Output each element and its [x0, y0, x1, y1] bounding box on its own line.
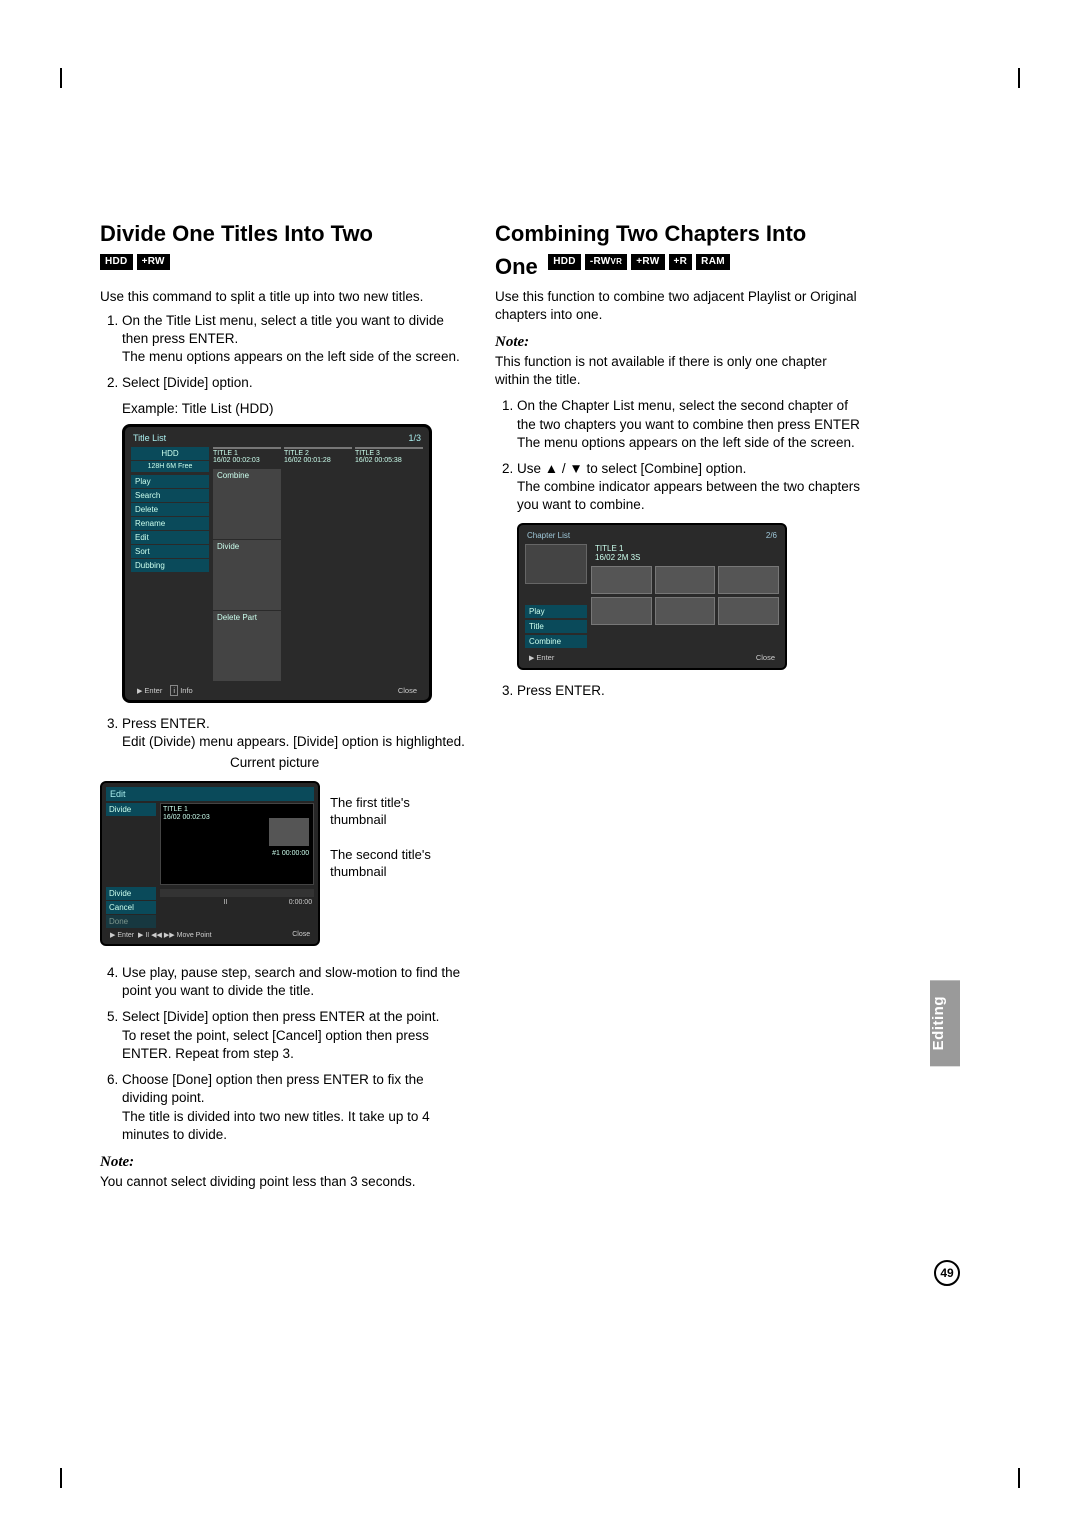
- ss1-thumb-1: [213, 447, 281, 449]
- ss2-mini-label: #1 00:00:00: [272, 850, 309, 857]
- ss2-top: Edit: [106, 787, 314, 801]
- left-badges: HDD +RW: [100, 254, 170, 270]
- right-step-3-list: Press ENTER.: [495, 682, 860, 700]
- left-step-3-list: Press ENTER. Edit (Divide) menu appears.…: [100, 715, 465, 751]
- right-badges: HDD -RWVR +RW +R RAM: [548, 254, 730, 270]
- ss2-side-divide-hdr: Divide: [106, 803, 156, 816]
- ss2-side-done: Done: [106, 915, 156, 928]
- right-step-3: Press ENTER.: [517, 682, 860, 700]
- left-step-4: Use play, pause step, search and slow-mo…: [122, 964, 465, 1000]
- page-number: 49: [934, 1260, 960, 1286]
- ss1-menu-edit: Edit: [131, 531, 209, 544]
- callout-column: The first title's thumbnail The second t…: [330, 773, 465, 881]
- current-picture-label: Current picture: [230, 755, 465, 770]
- ss1-free: 128H 6M Free: [131, 461, 209, 473]
- css-title: Chapter List: [527, 531, 570, 540]
- page-content: Divide One Titles Into Two HDD +RW Use t…: [100, 220, 860, 1191]
- edit-divide-screenshot: Edit Divide TITLE 116/02 00:02:03 #1 00:…: [100, 781, 320, 946]
- left-intro: Use this command to split a title up int…: [100, 288, 465, 306]
- left-heading: Divide One Titles Into Two: [100, 220, 465, 248]
- right-steps-1-2: On the Chapter List menu, select the sec…: [495, 397, 860, 514]
- ss2-preview: TITLE 116/02 00:02:03 #1 00:00:00: [160, 803, 314, 885]
- left-steps-4-6: Use play, pause step, search and slow-mo…: [100, 964, 465, 1144]
- badge-hdd-r: HDD: [548, 254, 581, 270]
- right-note-text: This function is not available if there …: [495, 353, 860, 389]
- ss1-thumb-2: [284, 447, 352, 449]
- left-note-text: You cannot select dividing point less th…: [100, 1173, 465, 1191]
- left-step-3: Press ENTER. Edit (Divide) menu appears.…: [122, 715, 465, 751]
- badge-ram: RAM: [696, 254, 730, 270]
- css-thumb-1: [591, 566, 652, 594]
- callout-first-thumb: The first title's thumbnail: [330, 795, 465, 829]
- chapter-list-screenshot: Chapter List 2/6 Play Title Combine TITL…: [517, 523, 787, 670]
- side-tab-editing: Editing: [930, 980, 960, 1066]
- ss1-sub-combine: Combine: [213, 469, 281, 539]
- ss2-side-cancel: Cancel: [106, 901, 156, 914]
- css-menu-combine: Combine: [525, 635, 587, 648]
- ss1-sub-divide: Divide: [213, 540, 281, 610]
- right-step-2: Use ▲ / ▼ to select [Combine] option. Th…: [517, 460, 860, 515]
- right-column: Combining Two Chapters Into One HDD -RWV…: [495, 220, 860, 1191]
- ss1-count: 1/3: [408, 433, 421, 443]
- ss2-mini-thumb: [269, 818, 309, 846]
- ss2-timeline: [160, 889, 314, 897]
- title-list-screenshot: Title List 1/3 HDD 128H 6M Free Play Sea…: [122, 424, 432, 703]
- ss1-menu-dubbing: Dubbing: [131, 559, 209, 572]
- ss1-menu-search: Search: [131, 489, 209, 502]
- left-step-1: On the Title List menu, select a title y…: [122, 312, 465, 367]
- right-heading-line1: Combining Two Chapters Into: [495, 220, 860, 248]
- css-thumb-2: [655, 566, 716, 594]
- css-thumb-5: [655, 597, 716, 625]
- badge-plusr: +R: [669, 254, 693, 270]
- left-step-6: Choose [Done] option then press ENTER to…: [122, 1071, 465, 1144]
- badge-plusrw-r: +RW: [631, 254, 664, 270]
- css-count: 2/6: [766, 531, 777, 540]
- ss1-close: Close: [398, 686, 417, 695]
- ss1-title: Title List: [133, 433, 166, 443]
- left-steps-1-2: On the Title List menu, select a title y…: [100, 312, 465, 393]
- ss1-menu-sort: Sort: [131, 545, 209, 558]
- ss1-hdd: HDD: [131, 447, 209, 460]
- left-column: Divide One Titles Into Two HDD +RW Use t…: [100, 220, 465, 1191]
- ss2-side-divide: Divide: [106, 887, 156, 900]
- ss1-thumb-3: [355, 447, 423, 449]
- ss1-sub-delete-part: Delete Part: [213, 611, 281, 681]
- left-step-2: Select [Divide] option.: [122, 374, 465, 392]
- example-line: Example: Title List (HDD): [122, 401, 465, 416]
- badge-rwvr: -RWVR: [585, 254, 627, 270]
- ss1-menu-play: Play: [131, 475, 209, 488]
- css-menu-play: Play: [525, 605, 587, 618]
- css-menu-title: Title: [525, 620, 587, 633]
- css-preview: [525, 544, 587, 584]
- css-thumb-4: [591, 597, 652, 625]
- right-note-heading: Note:: [495, 334, 860, 351]
- left-step-5: Select [Divide] option then press ENTER …: [122, 1008, 465, 1063]
- badge-hdd: HDD: [100, 254, 133, 270]
- ss1-menu-rename: Rename: [131, 517, 209, 530]
- callout-second-thumb: The second title's thumbnail: [330, 847, 465, 881]
- right-heading-one: One: [495, 254, 538, 279]
- right-intro: Use this function to combine two adjacen…: [495, 288, 860, 324]
- right-step-1: On the Chapter List menu, select the sec…: [517, 397, 860, 452]
- badge-plusrw: +RW: [137, 254, 170, 270]
- ss1-menu-delete: Delete: [131, 503, 209, 516]
- css-thumb-3: [718, 566, 779, 594]
- css-thumb-6: [718, 597, 779, 625]
- left-note-heading: Note:: [100, 1154, 465, 1171]
